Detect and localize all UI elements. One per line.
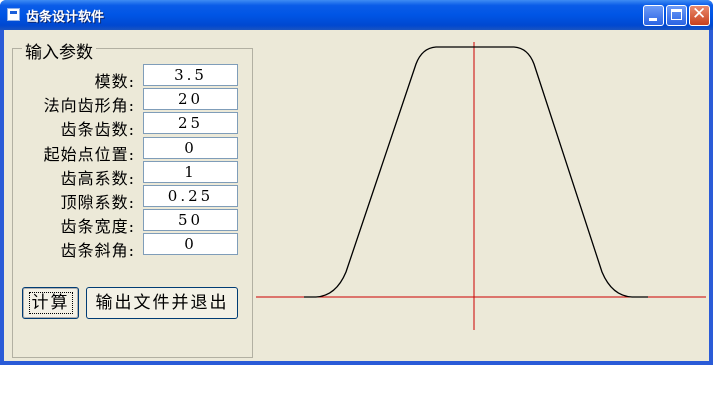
rack-tooth-profile: [304, 46, 648, 298]
rack-profile-canvas: [256, 42, 706, 330]
app-window: 齿条设计软件 ✕ 输入参数 模数: 3.5 法向齿形角: 20 齿条齿数: 25…: [0, 0, 713, 365]
maximize-button[interactable]: [666, 5, 687, 26]
client-area: 输入参数 模数: 3.5 法向齿形角: 20 齿条齿数: 25 起始点位置: 0…: [4, 30, 709, 361]
minimize-icon: [649, 18, 657, 21]
window-title: 齿条设计软件: [26, 10, 105, 25]
close-button[interactable]: ✕: [689, 4, 710, 26]
minimize-button[interactable]: [643, 5, 664, 26]
maximize-icon: [671, 9, 682, 20]
title-bar[interactable]: 齿条设计软件 ✕: [0, 0, 713, 30]
close-icon: ✕: [692, 4, 707, 24]
app-icon[interactable]: [7, 8, 20, 21]
